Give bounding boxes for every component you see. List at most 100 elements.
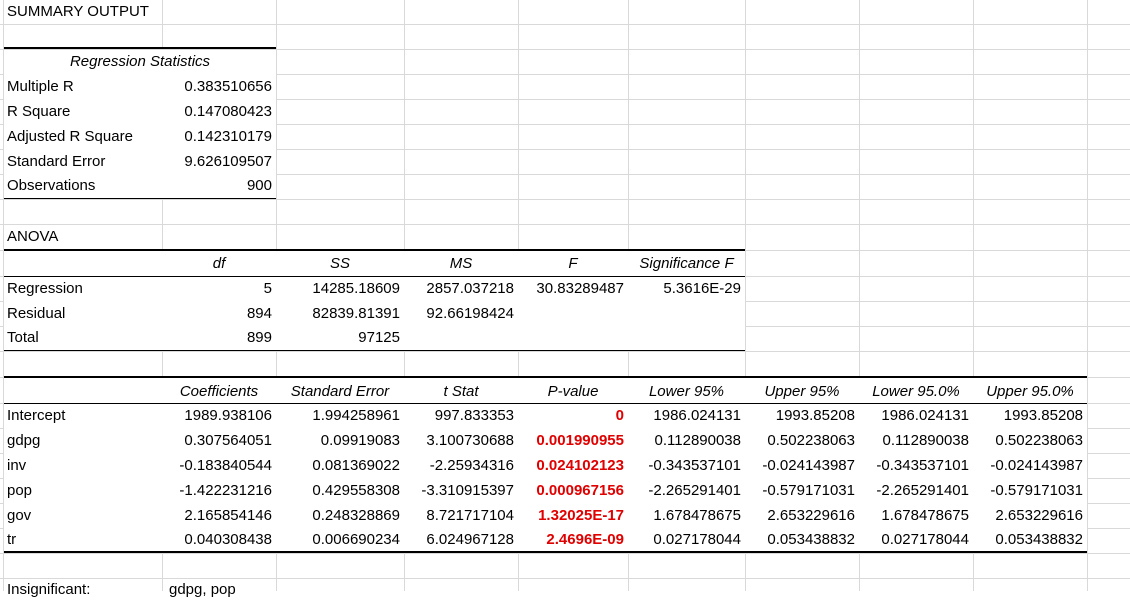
coef-cell: 1.678478675 [653, 507, 741, 524]
anova-top-border [4, 249, 745, 251]
coef-header: Upper 95.0% [986, 383, 1074, 400]
anova-title: ANOVA [7, 228, 59, 245]
gridline [0, 199, 1130, 200]
coef-header: t Stat [443, 383, 479, 400]
coef-cell: -0.024143987 [990, 457, 1083, 474]
coef-pvalue-cell: 0.000967156 [536, 482, 624, 499]
anova-header: df [212, 255, 226, 272]
anova-cell: 2857.037218 [426, 280, 514, 297]
gridline [0, 224, 1130, 225]
coef-cell: 0.112890038 [882, 432, 969, 449]
gridline [0, 24, 1130, 25]
coef-cell: 6.024967128 [426, 531, 514, 548]
regstats-value: 900 [246, 177, 272, 194]
anova-bottom-border [4, 350, 745, 351]
coef-cell: 997.833353 [434, 407, 514, 424]
coef-cell: 0.429558308 [312, 482, 400, 499]
coef-cell: 0.502238063 [767, 432, 855, 449]
coef-cell: 0.040308438 [184, 531, 272, 548]
coef-cell: -2.265291401 [648, 482, 741, 499]
coef-top-border [4, 376, 1087, 378]
coef-cell: 0.112890038 [654, 432, 741, 449]
coef-cell: 0.081369022 [312, 457, 400, 474]
coef-cell: -0.024143987 [762, 457, 855, 474]
coef-header: Lower 95% [648, 383, 725, 400]
coef-header: Lower 95.0% [872, 383, 960, 400]
coef-cell: -2.265291401 [876, 482, 969, 499]
coef-header: Standard Error [290, 383, 390, 400]
anova-cell: 14285.18609 [312, 280, 400, 297]
regstats-label: Multiple R [7, 78, 74, 95]
coef-cell: 0.248328869 [312, 507, 400, 524]
regstats-label: Adjusted R Square [7, 128, 133, 145]
anova-row-label: Total [7, 329, 39, 346]
gridline [0, 351, 1130, 352]
coef-cell: 0.09919083 [320, 432, 400, 449]
coef-cell: 8.721717104 [426, 507, 514, 524]
regstats-value: 0.142310179 [184, 128, 272, 145]
regstats-label: R Square [7, 103, 71, 120]
coef-row-label: inv [7, 457, 27, 474]
coef-row-label: gdpg [7, 432, 41, 449]
spreadsheet-grid: SUMMARY OUTPUT Regression Statistics Mul… [0, 0, 1130, 598]
coef-cell: -0.343537101 [876, 457, 969, 474]
coef-cell: -2.25934316 [429, 457, 514, 474]
coef-cell: 2.165854146 [184, 507, 272, 524]
coef-pvalue-cell: 0.024102123 [536, 457, 624, 474]
gridline [0, 553, 1130, 554]
regstats-value: 9.626109507 [184, 153, 272, 170]
coef-cell: 0.027178044 [653, 531, 741, 548]
anova-row-label: Regression [7, 280, 83, 297]
coef-cell: -0.579171031 [990, 482, 1083, 499]
anova-row-label: Residual [7, 305, 66, 322]
regstats-value: 0.383510656 [184, 78, 272, 95]
coef-cell: 0.006690234 [312, 531, 400, 548]
coef-cell: -0.343537101 [648, 457, 741, 474]
coef-row-label: gov [7, 507, 32, 524]
coef-cell: 1993.85208 [1003, 407, 1083, 424]
coef-pvalue-cell: 1.32025E-17 [538, 507, 624, 524]
anova-header: SS [329, 255, 350, 272]
coef-pvalue-cell: 0 [615, 407, 624, 424]
anova-cell: 894 [246, 305, 272, 322]
coef-cell: 2.653229616 [995, 507, 1083, 524]
anova-cell: 82839.81391 [312, 305, 400, 322]
anova-cell: 899 [246, 329, 272, 346]
coef-cell: 0.053438832 [767, 531, 855, 548]
coef-cell: 1989.938106 [184, 407, 272, 424]
coef-cell: 2.653229616 [767, 507, 855, 524]
footer-label: Insignificant: [7, 581, 91, 598]
anova-cell: 92.66198424 [426, 305, 514, 322]
footer-value: gdpg, pop [169, 581, 236, 598]
coef-row-label: pop [7, 482, 33, 499]
coef-pvalue-cell: 2.4696E-09 [546, 531, 624, 548]
regstats-label: Observations [7, 177, 96, 194]
coef-cell: 1986.024131 [881, 407, 969, 424]
coef-cell: 1986.024131 [653, 407, 741, 424]
regstats-header: Regression Statistics [69, 53, 211, 70]
coef-header: P-value [547, 383, 599, 400]
anova-header: F [568, 255, 578, 272]
coef-header: Coefficients [179, 383, 259, 400]
coef-cell: -1.422231216 [179, 482, 272, 499]
coef-cell: 1.678478675 [881, 507, 969, 524]
coef-pvalue-cell: 0.001990955 [536, 432, 624, 449]
regstats-label: Standard Error [7, 153, 106, 170]
coef-cell: -0.579171031 [762, 482, 855, 499]
coef-cell: 0.502238063 [995, 432, 1083, 449]
regstats-top-border [4, 47, 276, 49]
anova-cell: 97125 [358, 329, 400, 346]
coef-header: Upper 95% [764, 383, 840, 400]
coef-row-label: tr [7, 531, 17, 548]
coef-cell: 0.027178044 [881, 531, 969, 548]
anova-cell: 30.83289487 [536, 280, 624, 297]
anova-header: MS [449, 255, 473, 272]
coef-cell: 1993.85208 [775, 407, 855, 424]
anova-header: Significance F [639, 255, 734, 272]
coef-cell: 1.994258961 [312, 407, 400, 424]
coef-cell: 0.053438832 [995, 531, 1083, 548]
summary-title: SUMMARY OUTPUT [7, 3, 149, 20]
coef-cell: -0.183840544 [179, 457, 272, 474]
regstats-value: 0.147080423 [184, 103, 272, 120]
coef-row-label: Intercept [7, 407, 66, 424]
